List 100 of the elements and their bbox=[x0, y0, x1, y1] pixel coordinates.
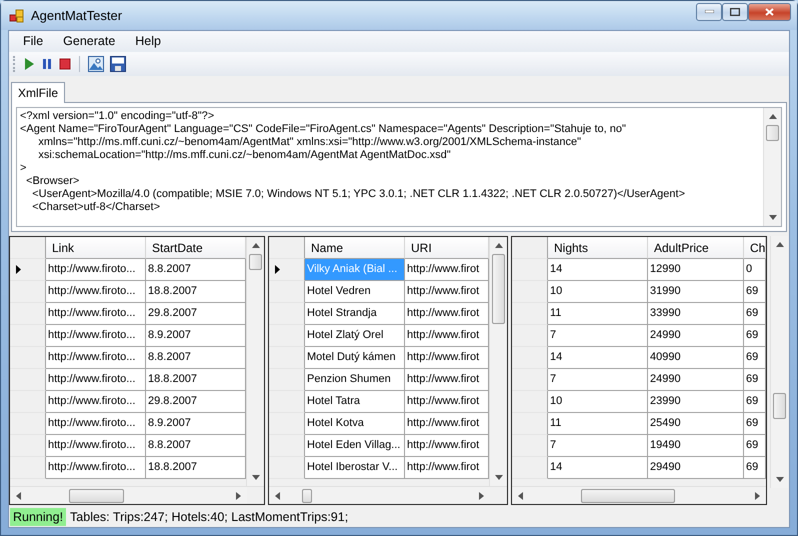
table-cell[interactable]: 7 bbox=[548, 434, 648, 457]
table-cell[interactable]: 12990 bbox=[648, 258, 744, 281]
table-cell[interactable]: 11 bbox=[548, 302, 648, 325]
table-cell[interactable]: 14 bbox=[548, 346, 648, 369]
row-header[interactable] bbox=[269, 258, 305, 281]
table-cell[interactable]: http://www.firot bbox=[405, 434, 489, 457]
table-cell[interactable]: http://www.firoto... bbox=[46, 324, 146, 347]
table-cell[interactable]: 18.8.2007 bbox=[146, 456, 246, 479]
table-cell[interactable]: 69 bbox=[744, 434, 766, 457]
horizontal-scrollbar[interactable] bbox=[269, 486, 507, 504]
scroll-thumb[interactable] bbox=[773, 392, 786, 419]
table-cell[interactable]: Hotel Zlatý Orel bbox=[305, 324, 405, 347]
table-cell[interactable]: 24990 bbox=[648, 324, 744, 347]
row-header[interactable] bbox=[10, 258, 46, 281]
tab[interactable]: XmlFile bbox=[11, 82, 66, 103]
table-cell[interactable]: 29.8.2007 bbox=[146, 302, 246, 325]
table-cell[interactable]: Hotel Eden Villag... bbox=[305, 434, 405, 457]
table-cell[interactable]: 8.8.2007 bbox=[146, 346, 246, 369]
table-cell[interactable]: http://www.firot bbox=[405, 324, 489, 347]
scroll-thumb[interactable] bbox=[766, 124, 779, 141]
table-cell[interactable]: http://www.firoto... bbox=[46, 280, 146, 303]
table-cell[interactable]: 31990 bbox=[648, 280, 744, 303]
scroll-down-icon[interactable] bbox=[776, 476, 784, 482]
table-cell[interactable]: 8.9.2007 bbox=[146, 324, 246, 347]
menu-item[interactable]: Help bbox=[125, 32, 171, 50]
scroll-thumb[interactable] bbox=[492, 254, 505, 324]
table-cell[interactable]: Hotel Tatra bbox=[305, 390, 405, 413]
table-cell[interactable]: Motel Dutý kámen bbox=[305, 346, 405, 369]
table-cell[interactable]: http://www.firot bbox=[405, 302, 489, 325]
pause-icon[interactable] bbox=[41, 56, 53, 71]
column-header[interactable]: StartDate bbox=[146, 236, 246, 259]
table-cell[interactable]: 24990 bbox=[648, 368, 744, 391]
table-cell[interactable]: http://www.firot bbox=[405, 258, 489, 281]
table-cell[interactable]: http://www.firot bbox=[405, 346, 489, 369]
table-cell[interactable]: 23990 bbox=[648, 390, 744, 413]
column-header[interactable]: URI bbox=[405, 236, 489, 259]
maximize-button[interactable] bbox=[722, 2, 748, 20]
table-cell[interactable]: 69 bbox=[744, 368, 766, 391]
scroll-left-icon[interactable] bbox=[16, 492, 21, 500]
table-cell[interactable]: http://www.firot bbox=[405, 280, 489, 303]
column-header[interactable]: Ch bbox=[744, 236, 766, 259]
column-header[interactable]: Name bbox=[305, 236, 405, 259]
table-cell[interactable]: http://www.firoto... bbox=[46, 368, 146, 391]
table-cell[interactable]: 14 bbox=[548, 456, 648, 479]
table-cell[interactable]: 19490 bbox=[648, 434, 744, 457]
floppy-icon[interactable] bbox=[110, 56, 126, 72]
vertical-scrollbar[interactable] bbox=[489, 236, 507, 486]
table-cell[interactable]: 7 bbox=[548, 368, 648, 391]
table-cell[interactable]: http://www.firoto... bbox=[46, 258, 146, 281]
scroll-right-icon[interactable] bbox=[236, 492, 241, 500]
horizontal-scrollbar[interactable] bbox=[10, 486, 264, 504]
table-cell[interactable]: Hotel Kotva bbox=[305, 412, 405, 435]
table-cell[interactable]: Hotel Vedren bbox=[305, 280, 405, 303]
table-cell[interactable]: http://www.firoto... bbox=[46, 434, 146, 457]
table-cell[interactable]: http://www.firoto... bbox=[46, 390, 146, 413]
table-cell[interactable]: http://www.firot bbox=[405, 368, 489, 391]
table-cell[interactable]: 25490 bbox=[648, 412, 744, 435]
table-cell[interactable]: 69 bbox=[744, 280, 766, 303]
table-cell[interactable]: 40990 bbox=[648, 346, 744, 369]
table-cell[interactable]: 8.9.2007 bbox=[146, 412, 246, 435]
table-cell[interactable]: 33990 bbox=[648, 302, 744, 325]
table-cell[interactable]: 69 bbox=[744, 456, 766, 479]
table-cell[interactable]: 69 bbox=[744, 390, 766, 413]
column-header[interactable]: AdultPrice bbox=[648, 236, 744, 259]
table-cell[interactable]: 69 bbox=[744, 324, 766, 347]
table-cell[interactable]: 8.8.2007 bbox=[146, 434, 246, 457]
table-cell[interactable]: http://www.firot bbox=[405, 390, 489, 413]
menu-item[interactable]: File bbox=[13, 32, 54, 50]
scroll-thumb[interactable] bbox=[249, 254, 262, 270]
column-header[interactable]: Nights bbox=[548, 236, 648, 259]
table-cell[interactable]: 69 bbox=[744, 302, 766, 325]
menu-item[interactable]: Generate bbox=[53, 32, 126, 50]
scroll-thumb[interactable] bbox=[581, 488, 675, 503]
scroll-left-icon[interactable] bbox=[275, 492, 280, 500]
table-cell[interactable]: 10 bbox=[548, 280, 648, 303]
table-cell[interactable]: Penzion Shumen bbox=[305, 368, 405, 391]
table-cell[interactable]: http://www.firot bbox=[405, 412, 489, 435]
table-cell[interactable]: 29.8.2007 bbox=[146, 390, 246, 413]
table-cell[interactable]: 14 bbox=[548, 258, 648, 281]
table-cell[interactable]: 69 bbox=[744, 412, 766, 435]
vertical-scrollbar[interactable] bbox=[763, 108, 781, 226]
table-cell[interactable]: Hotel Iberostar V... bbox=[305, 456, 405, 479]
table-cell[interactable]: 29490 bbox=[648, 456, 744, 479]
play-icon[interactable] bbox=[23, 56, 35, 71]
table-cell[interactable]: http://www.firot bbox=[405, 456, 489, 479]
scroll-down-icon[interactable] bbox=[494, 475, 502, 480]
table-cell[interactable]: 69 bbox=[744, 346, 766, 369]
table-cell[interactable]: http://www.firoto... bbox=[46, 456, 146, 479]
table-cell[interactable]: 8.8.2007 bbox=[146, 258, 246, 281]
minimize-button[interactable] bbox=[696, 2, 722, 20]
table-cell[interactable]: 18.8.2007 bbox=[146, 368, 246, 391]
scroll-right-icon[interactable] bbox=[479, 492, 484, 500]
table-cell[interactable]: http://www.firoto... bbox=[46, 346, 146, 369]
stop-icon[interactable] bbox=[59, 56, 71, 71]
table-cell[interactable]: 10 bbox=[548, 390, 648, 413]
scroll-thumb[interactable] bbox=[69, 488, 124, 503]
scroll-left-icon[interactable] bbox=[518, 492, 523, 500]
scroll-right-icon[interactable] bbox=[755, 492, 760, 500]
column-header[interactable]: Link bbox=[46, 236, 146, 259]
scroll-up-icon[interactable] bbox=[776, 242, 784, 247]
